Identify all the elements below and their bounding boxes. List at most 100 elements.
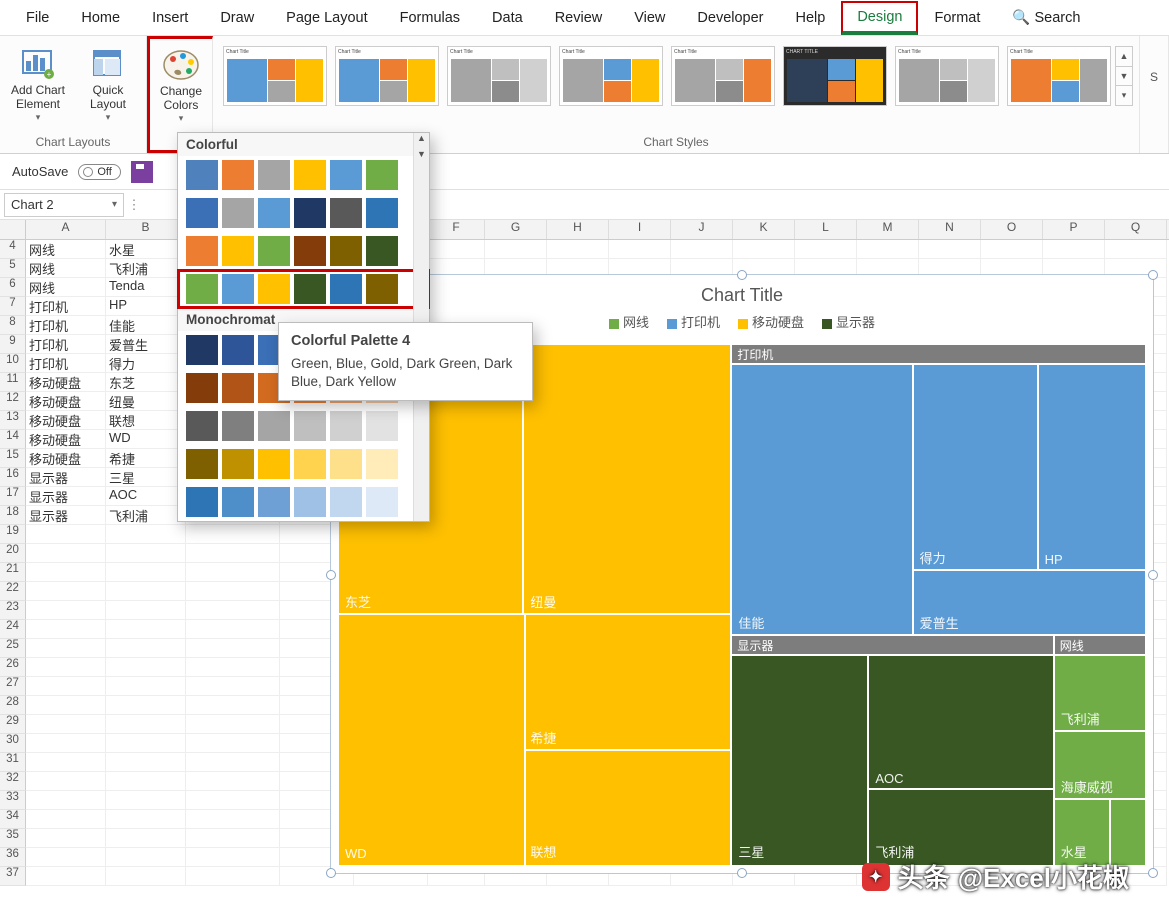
cell[interactable] — [186, 639, 280, 658]
row-header[interactable]: 24 — [0, 620, 26, 639]
cell[interactable] — [186, 620, 280, 639]
cell[interactable]: Tenda — [106, 278, 186, 297]
treemap-leaf[interactable]: 水星 — [1055, 800, 1111, 865]
chart-style-thumb[interactable]: Chart Title — [335, 46, 439, 106]
row-header[interactable]: 32 — [0, 772, 26, 791]
cell[interactable]: 打印机 — [26, 335, 106, 354]
row-header[interactable]: 4 — [0, 240, 26, 259]
name-box-expand-icon[interactable]: ⋮ — [124, 197, 144, 213]
row-header[interactable]: 22 — [0, 582, 26, 601]
tab-developer[interactable]: Developer — [681, 2, 779, 34]
tab-review[interactable]: Review — [539, 2, 619, 34]
cell[interactable] — [106, 867, 186, 886]
palette-option[interactable] — [178, 445, 429, 483]
cell[interactable] — [26, 525, 106, 544]
row-header[interactable]: 31 — [0, 753, 26, 772]
treemap-leaf[interactable]: WD — [339, 615, 524, 865]
tab-file[interactable]: File — [10, 2, 65, 34]
autosave-toggle[interactable]: Off — [78, 164, 120, 180]
cell[interactable] — [547, 240, 609, 259]
row-header[interactable]: 17 — [0, 487, 26, 506]
column-header[interactable]: A — [26, 220, 106, 239]
row-header[interactable]: 8 — [0, 316, 26, 335]
tab-formulas[interactable]: Formulas — [384, 2, 476, 34]
tab-format[interactable]: Format — [918, 2, 996, 34]
cell[interactable] — [981, 240, 1043, 259]
cell[interactable] — [26, 582, 106, 601]
tab-draw[interactable]: Draw — [204, 2, 270, 34]
chart-handle[interactable] — [1148, 270, 1158, 280]
cell[interactable] — [106, 734, 186, 753]
column-header[interactable]: N — [919, 220, 981, 239]
chart-handle[interactable] — [1148, 868, 1158, 878]
search-button[interactable]: 🔍 Search — [996, 1, 1096, 34]
row-header[interactable]: 37 — [0, 867, 26, 886]
cell[interactable]: 飞利浦 — [106, 506, 186, 525]
cell[interactable]: 移动硬盘 — [26, 411, 106, 430]
cell[interactable] — [186, 525, 280, 544]
treemap-leaf[interactable]: 希捷 — [524, 615, 732, 750]
cell[interactable]: 纽曼 — [106, 392, 186, 411]
row-header[interactable]: 29 — [0, 715, 26, 734]
cell[interactable]: 移动硬盘 — [26, 373, 106, 392]
palette-option[interactable] — [178, 232, 429, 270]
column-header[interactable]: H — [547, 220, 609, 239]
cell[interactable] — [26, 601, 106, 620]
cell[interactable]: 打印机 — [26, 297, 106, 316]
select-all-button[interactable] — [0, 220, 26, 239]
cell[interactable]: WD — [106, 430, 186, 449]
cell[interactable]: 网线 — [26, 259, 106, 278]
cell[interactable]: 打印机 — [26, 354, 106, 373]
chart-handle[interactable] — [326, 868, 336, 878]
row-header[interactable]: 19 — [0, 525, 26, 544]
quick-layout-button[interactable]: Quick Layout ▾ — [76, 40, 140, 126]
cell[interactable] — [106, 639, 186, 658]
chart-handle[interactable] — [1148, 570, 1158, 580]
row-header[interactable]: 11 — [0, 373, 26, 392]
row-header[interactable]: 13 — [0, 411, 26, 430]
cell[interactable] — [186, 829, 280, 848]
cell[interactable] — [919, 240, 981, 259]
scroll-down-icon[interactable]: ▼ — [414, 149, 429, 165]
row-header[interactable]: 34 — [0, 810, 26, 829]
cell[interactable] — [106, 582, 186, 601]
column-header[interactable]: J — [671, 220, 733, 239]
cell[interactable] — [186, 810, 280, 829]
column-header[interactable]: G — [485, 220, 547, 239]
tab-help[interactable]: Help — [780, 2, 842, 34]
cell[interactable] — [186, 848, 280, 867]
worksheet-area[interactable]: ABCDEFGHIJKLMNOPQ 4网线水星5网线飞利浦6网线Tenda7打印… — [0, 220, 1169, 911]
cell[interactable] — [26, 848, 106, 867]
treemap-plot[interactable]: 东芝纽曼希捷联想WD打印机佳能得力HP爱普生显示器三星AOC飞利浦网线飞利浦海康… — [339, 345, 1145, 865]
row-header[interactable]: 6 — [0, 278, 26, 297]
cell[interactable]: 三星 — [106, 468, 186, 487]
legend-item[interactable]: 打印机 — [667, 312, 720, 331]
column-headers[interactable]: ABCDEFGHIJKLMNOPQ — [0, 220, 1169, 240]
cell[interactable] — [186, 563, 280, 582]
cell[interactable]: 联想 — [106, 411, 186, 430]
treemap-leaf[interactable]: 海康威视 — [1055, 732, 1145, 800]
chart-title[interactable]: Chart Title — [331, 275, 1153, 312]
chart-style-thumb[interactable]: Chart Title — [1007, 46, 1111, 106]
cell[interactable]: 东芝 — [106, 373, 186, 392]
cell[interactable]: AOC — [106, 487, 186, 506]
cell[interactable]: 网线 — [26, 278, 106, 297]
row-header[interactable]: 14 — [0, 430, 26, 449]
cell[interactable] — [26, 829, 106, 848]
cell[interactable] — [106, 696, 186, 715]
cell[interactable]: 佳能 — [106, 316, 186, 335]
legend-item[interactable]: 显示器 — [822, 312, 875, 331]
cell[interactable] — [106, 753, 186, 772]
cell[interactable] — [106, 715, 186, 734]
tab-insert[interactable]: Insert — [136, 2, 204, 34]
chart-handle[interactable] — [737, 868, 747, 878]
chart-style-thumb[interactable]: CHART TITLE — [783, 46, 887, 106]
palette-option[interactable] — [178, 194, 429, 232]
cell[interactable] — [26, 658, 106, 677]
cell[interactable] — [26, 620, 106, 639]
chart-style-thumb[interactable]: Chart Title — [447, 46, 551, 106]
cell[interactable] — [733, 240, 795, 259]
cell[interactable] — [26, 810, 106, 829]
tab-home[interactable]: Home — [65, 2, 136, 34]
legend-item[interactable]: 网线 — [609, 312, 649, 331]
